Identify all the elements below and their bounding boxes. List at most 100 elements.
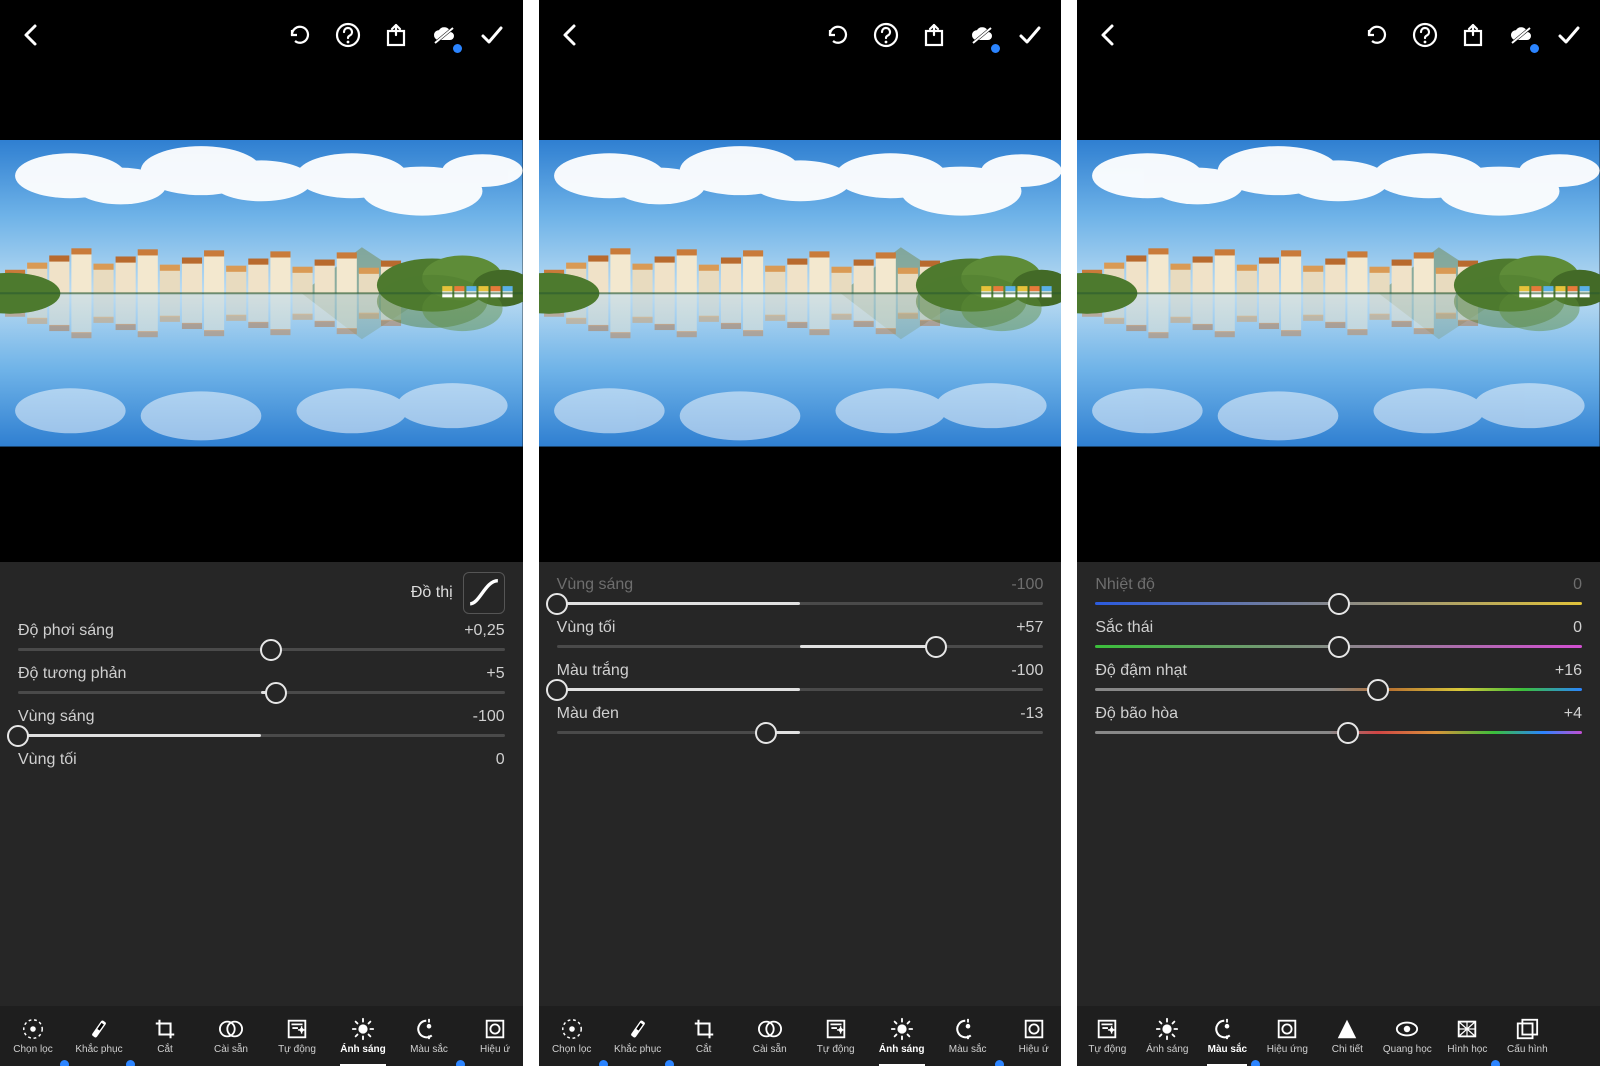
slider-thumb[interactable] — [7, 725, 29, 747]
slider-Độ đậm nhạt: Độ đậm nhạt +16 — [1095, 656, 1582, 699]
crop-icon — [692, 1017, 716, 1041]
undo-icon[interactable] — [823, 20, 853, 50]
check-icon[interactable] — [1015, 20, 1045, 50]
photo-preview[interactable] — [1077, 140, 1600, 447]
top-toolbar — [0, 0, 523, 70]
cloud-sync-icon[interactable] — [429, 20, 459, 50]
auto-icon — [824, 1017, 848, 1041]
tab-presets[interactable]: Cài sẵn — [737, 1006, 803, 1066]
chevron-left-icon[interactable] — [16, 20, 46, 50]
slider-label: Nhiệt độ — [1095, 576, 1155, 594]
slider-Vùng tối: Vùng tối 0 — [18, 745, 505, 785]
help-circle-icon[interactable] — [333, 20, 363, 50]
tab-effects[interactable]: Hiệu ứ — [1001, 1006, 1062, 1066]
help-circle-icon[interactable] — [1410, 20, 1440, 50]
slider-track[interactable] — [1095, 688, 1582, 691]
tab-crop[interactable]: Cắt — [671, 1006, 737, 1066]
slider-thumb[interactable] — [755, 722, 777, 744]
tab-auto[interactable]: Tự động — [264, 1006, 330, 1066]
chevron-left-icon[interactable] — [555, 20, 585, 50]
check-icon[interactable] — [477, 20, 507, 50]
tab-crop[interactable]: Cắt — [132, 1006, 198, 1066]
slider-thumb[interactable] — [1367, 679, 1389, 701]
slider-track[interactable] — [18, 734, 505, 737]
slider-track[interactable] — [557, 688, 1044, 691]
slider-thumb[interactable] — [925, 636, 947, 658]
tab-auto[interactable]: Tự động — [803, 1006, 869, 1066]
tab-label: Quang học — [1383, 1044, 1432, 1055]
slider-label: Vùng tối — [18, 751, 77, 769]
slider-track[interactable] — [18, 648, 505, 651]
cloud-sync-icon[interactable] — [1506, 20, 1536, 50]
check-icon[interactable] — [1554, 20, 1584, 50]
chevron-left-icon[interactable] — [1093, 20, 1123, 50]
tab-label: Cài sẵn — [214, 1044, 248, 1055]
curve-button[interactable] — [463, 572, 505, 614]
photo-preview[interactable] — [539, 140, 1062, 447]
photo-preview[interactable] — [0, 140, 523, 447]
tab-light[interactable]: Ánh sáng — [869, 1006, 935, 1066]
tab-selective[interactable]: Chọn lọc — [539, 1006, 605, 1066]
slider-value: +16 — [1555, 662, 1582, 680]
slider-track[interactable] — [1095, 731, 1582, 734]
help-circle-icon[interactable] — [871, 20, 901, 50]
curve-button-label[interactable]: Đồ thị — [411, 584, 453, 602]
heal-icon — [87, 1017, 111, 1041]
tab-label: Màu sắc — [949, 1044, 987, 1055]
tab-label: Khắc phục — [614, 1044, 661, 1055]
slider-track[interactable] — [1095, 645, 1582, 648]
top-toolbar — [539, 0, 1062, 70]
tab-light[interactable]: Ánh sáng — [1137, 1006, 1197, 1066]
tab-profiles[interactable]: Cấu hình — [1497, 1006, 1557, 1066]
slider-track[interactable] — [557, 645, 1044, 648]
undo-icon[interactable] — [285, 20, 315, 50]
tab-label: Chi tiết — [1332, 1044, 1363, 1055]
tab-detail[interactable]: Chi tiết — [1317, 1006, 1377, 1066]
slider-thumb[interactable] — [265, 682, 287, 704]
tab-effects[interactable]: Hiệu ứ — [462, 1006, 523, 1066]
tab-geometry[interactable]: Hình học — [1437, 1006, 1497, 1066]
effects-icon — [483, 1017, 507, 1041]
tab-heal[interactable]: Khắc phục — [66, 1006, 132, 1066]
slider-track[interactable] — [557, 731, 1044, 734]
cloud-sync-icon[interactable] — [967, 20, 997, 50]
tab-label: Hiệu ứ — [1019, 1044, 1049, 1055]
tab-heal[interactable]: Khắc phục — [605, 1006, 671, 1066]
slider-thumb[interactable] — [1337, 722, 1359, 744]
share-icon[interactable] — [1458, 20, 1488, 50]
slider-thumb[interactable] — [260, 639, 282, 661]
slider-thumb[interactable] — [1328, 593, 1350, 615]
slider-thumb[interactable] — [546, 679, 568, 701]
slider-Độ bão hòa: Độ bão hòa +4 — [1095, 699, 1582, 742]
slider-Độ phơi sáng: Độ phơi sáng +0,25 — [18, 616, 505, 659]
tab-effects[interactable]: Hiệu ứng — [1257, 1006, 1317, 1066]
tab-label: Chọn lọc — [552, 1044, 591, 1055]
slider-thumb[interactable] — [546, 593, 568, 615]
undo-icon[interactable] — [1362, 20, 1392, 50]
slider-track[interactable] — [557, 602, 1044, 605]
slider-Màu đen: Màu đen -13 — [557, 699, 1044, 742]
tab-selective[interactable]: Chọn lọc — [0, 1006, 66, 1066]
slider-label: Độ phơi sáng — [18, 622, 114, 640]
slider-thumb[interactable] — [1328, 636, 1350, 658]
share-icon[interactable] — [919, 20, 949, 50]
slider-value: 0 — [1573, 619, 1582, 637]
tab-light[interactable]: Ánh sáng — [330, 1006, 396, 1066]
share-icon[interactable] — [381, 20, 411, 50]
slider-track[interactable] — [1095, 602, 1582, 605]
slider-value: +5 — [486, 665, 504, 683]
color-icon — [956, 1017, 980, 1041]
tab-label: Hiệu ứ — [480, 1044, 510, 1055]
profiles-icon — [1515, 1017, 1539, 1041]
bottom-tabs: Chọn lọc Khắc phục Cắt Cài sẵn Tự động — [539, 1006, 1062, 1066]
tab-optics[interactable]: Quang học — [1377, 1006, 1437, 1066]
tab-color[interactable]: Màu sắc — [935, 1006, 1001, 1066]
slider-label: Độ đậm nhạt — [1095, 662, 1187, 680]
tab-color[interactable]: Màu sắc — [1197, 1006, 1257, 1066]
tab-auto[interactable]: Tự động — [1077, 1006, 1137, 1066]
slider-value: +4 — [1564, 705, 1582, 723]
slider-track[interactable] — [18, 691, 505, 694]
tab-color[interactable]: Màu sắc — [396, 1006, 462, 1066]
tab-presets[interactable]: Cài sẵn — [198, 1006, 264, 1066]
adjustments-panel: Đồ thị Độ phơi sáng +0,25 Độ tương phản … — [0, 562, 523, 1006]
